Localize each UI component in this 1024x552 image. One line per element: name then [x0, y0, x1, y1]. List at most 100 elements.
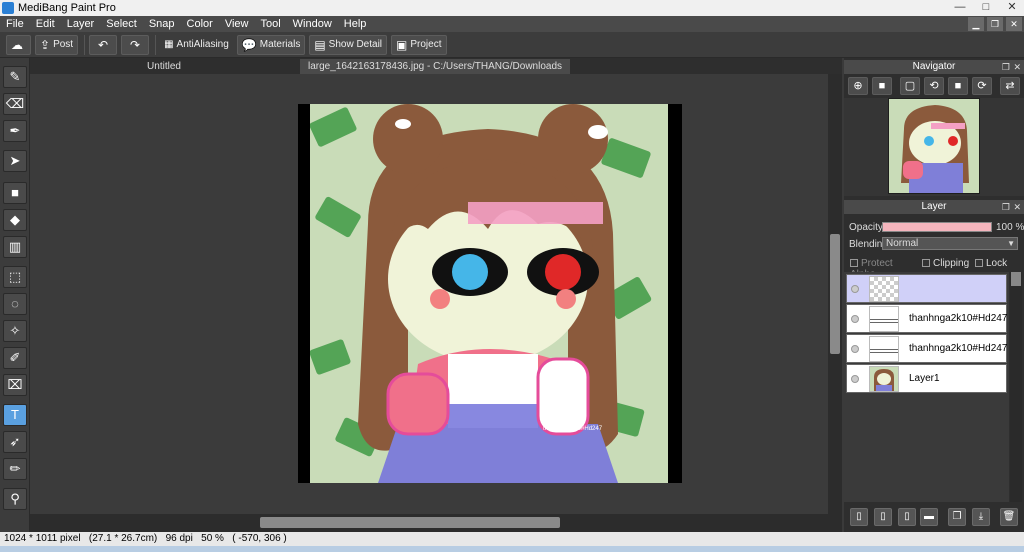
document-window-controls: ▁ ❐ ✕	[968, 16, 1022, 31]
menu-snap[interactable]: Snap	[143, 16, 181, 32]
select-pen-tool[interactable]: ✐	[3, 347, 27, 369]
materials-button[interactable]: 💬 Materials	[236, 34, 306, 55]
move-arrow-icon: ➤	[9, 153, 21, 168]
fit-button[interactable]: ▢	[900, 77, 920, 95]
visibility-icon[interactable]	[851, 285, 859, 293]
filled-square-icon: ■	[11, 185, 19, 200]
fill-rectangle-tool[interactable]: ■	[3, 182, 27, 204]
rotate-left-button[interactable]: ⟲	[924, 77, 944, 95]
dot-tool[interactable]: ✒	[3, 120, 27, 142]
clipping-checkbox[interactable]: Clipping	[922, 258, 972, 269]
canvas-vertical-scrollbar[interactable]	[828, 74, 842, 514]
share-icon: ⇪	[40, 37, 51, 52]
horizontal-scroll-thumb[interactable]	[260, 517, 560, 528]
navigator-title: Navigator	[912, 61, 956, 72]
show-detail-button[interactable]: ▤ Show Detail	[309, 34, 388, 55]
redo-icon: ↷	[130, 37, 141, 52]
navigator-preview	[889, 99, 979, 193]
page-icon: ▯	[880, 511, 886, 522]
lasso-tool[interactable]: ◌	[3, 293, 27, 315]
visibility-icon[interactable]	[851, 315, 859, 323]
lock-label: Lock	[986, 258, 1008, 269]
menu-layer[interactable]: Layer	[61, 16, 101, 32]
navigator-thumbnail[interactable]	[888, 98, 980, 194]
close-button[interactable]: ✕	[1004, 0, 1020, 14]
doc-close-icon[interactable]: ✕	[1006, 17, 1022, 31]
reset-rotation-button[interactable]: ■	[948, 77, 968, 95]
select-rectangle-tool[interactable]: ⬚	[3, 266, 27, 288]
panel-float-icon[interactable]: ❐	[1002, 200, 1010, 214]
menu-tool[interactable]: Tool	[254, 16, 286, 32]
tab-untitled[interactable]: Untitled	[30, 59, 298, 74]
cloud-button[interactable]: ☁	[6, 34, 31, 55]
menu-file[interactable]: File	[0, 16, 30, 32]
blending-select[interactable]: Normal ▼	[882, 237, 1018, 250]
layer-row[interactable]: thanhnga2k10#Hd247	[846, 334, 1007, 363]
zoom-in-button[interactable]: ⊕	[848, 77, 868, 95]
eyedropper-tool[interactable]: ⚲	[3, 488, 27, 510]
layer-row[interactable]: Layer1	[846, 364, 1007, 393]
undo-button[interactable]: ↶	[89, 34, 118, 55]
dashed-square-icon: ⬚	[8, 269, 22, 284]
layer-row[interactable]: thanhnga2k10#Hd247	[846, 304, 1007, 333]
tab-large-image[interactable]: large_1642163178436.jpg - C:/Users/THANG…	[300, 59, 570, 74]
lock-checkbox[interactable]: Lock	[975, 258, 1020, 269]
merge-layer-button[interactable]: ⤓	[972, 508, 990, 526]
new-halftone-layer-button[interactable]: ▯	[874, 508, 892, 526]
redo-button[interactable]: ↷	[121, 34, 150, 55]
maximize-button[interactable]: □	[978, 0, 994, 14]
doc-restore-icon[interactable]: ❐	[987, 17, 1003, 31]
artwork-illustration: thanhnga2k10#Hd247	[298, 104, 682, 483]
brush-tool[interactable]: ✎	[3, 66, 27, 88]
canvas-horizontal-scrollbar[interactable]	[30, 514, 842, 532]
delete-layer-button[interactable]: 🗑	[1000, 508, 1018, 526]
rotate-right-button[interactable]: ⟳	[972, 77, 992, 95]
layer-row[interactable]	[846, 274, 1007, 303]
layer-scroll-thumb[interactable]	[1011, 272, 1021, 286]
panel-close-icon[interactable]: ✕	[1013, 60, 1021, 74]
zoom-out-button[interactable]: ■	[872, 77, 892, 95]
menu-color[interactable]: Color	[181, 16, 219, 32]
doc-minimize-icon[interactable]: ▁	[968, 17, 984, 31]
visibility-icon[interactable]	[851, 345, 859, 353]
layer-list-scrollbar[interactable]	[1010, 272, 1022, 502]
operation-tool[interactable]: ➶	[3, 431, 27, 453]
text-tool[interactable]: T	[3, 404, 27, 426]
vertical-scroll-thumb[interactable]	[830, 234, 840, 354]
merge-icon: ⤓	[978, 511, 984, 522]
artwork-canvas[interactable]: thanhnga2k10#Hd247	[298, 104, 682, 483]
blending-value: Normal	[886, 238, 919, 249]
menu-help[interactable]: Help	[338, 16, 373, 32]
project-label: Project	[410, 39, 442, 50]
bucket-tool[interactable]: ◆	[3, 209, 27, 231]
project-button[interactable]: ▣ Project	[391, 34, 447, 55]
divide-tool[interactable]: ✏	[3, 458, 27, 480]
flip-button[interactable]: ⇄	[1000, 77, 1020, 95]
move-tool[interactable]: ➤	[3, 150, 27, 172]
select-eraser-tool[interactable]: ⌧	[3, 374, 27, 396]
panel-float-icon[interactable]: ❐	[1002, 60, 1010, 74]
menu-window[interactable]: Window	[287, 16, 338, 32]
folder-button[interactable]: ▬	[920, 508, 938, 526]
visibility-icon[interactable]	[851, 375, 859, 383]
post-button[interactable]: ⇪ Post	[35, 34, 79, 55]
layer-image-thumbnail	[874, 369, 894, 391]
new-layer-button[interactable]: ▯	[850, 508, 868, 526]
bucket-icon: ◆	[10, 212, 20, 227]
panel-close-icon[interactable]: ✕	[1013, 200, 1021, 214]
magic-wand-tool[interactable]: ✧	[3, 320, 27, 342]
menu-view[interactable]: View	[219, 16, 255, 32]
project-icon: ▣	[396, 37, 408, 52]
opacity-slider[interactable]	[882, 222, 992, 232]
flip-icon: ⇄	[1005, 80, 1015, 92]
eraser-tool[interactable]: ⌫	[3, 93, 27, 115]
menu-edit[interactable]: Edit	[30, 16, 61, 32]
antialiasing-toggle[interactable]: ▦ AntiAliasing	[160, 35, 233, 55]
menu-select[interactable]: Select	[100, 16, 143, 32]
zoom-in-icon: ⊕	[853, 80, 863, 92]
duplicate-layer-button[interactable]: ❐	[948, 508, 966, 526]
artwork-watermark: thanhnga2k10#Hd247	[543, 426, 603, 432]
gradient-tool[interactable]: ▥	[3, 236, 27, 258]
minimize-button[interactable]: —	[952, 0, 968, 14]
new-1bit-layer-button[interactable]: ▯	[898, 508, 916, 526]
